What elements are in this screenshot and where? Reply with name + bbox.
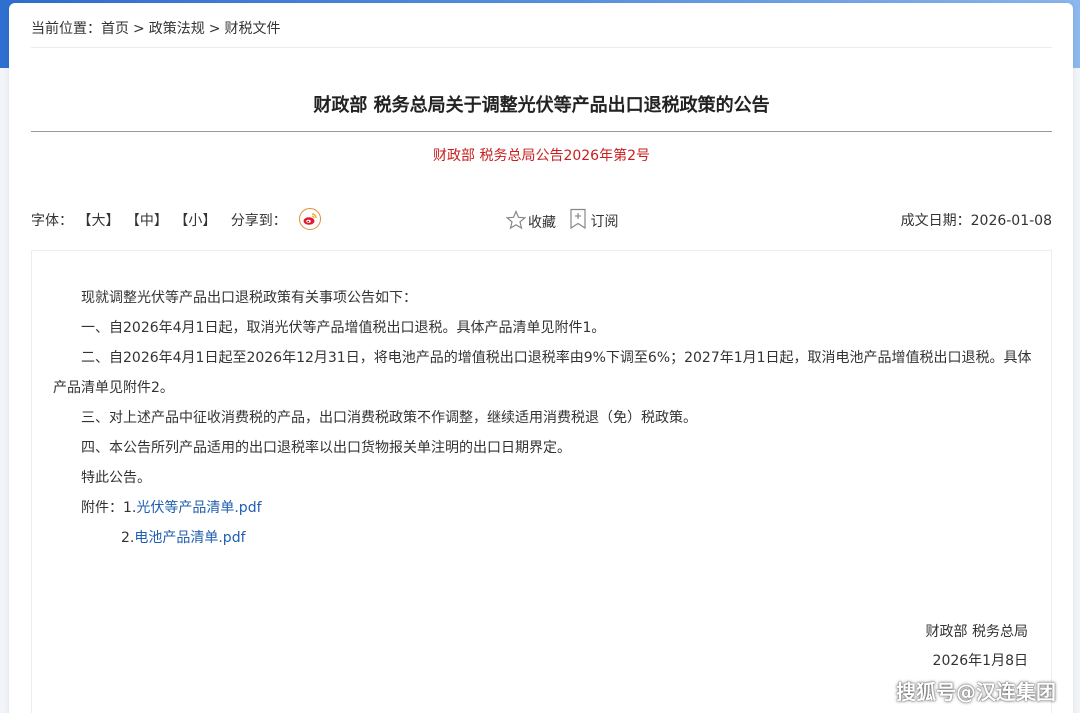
article-toolbar: 字体： 【大】 【中】 【小】 分享到： 收藏 订阅 成文日期：2026-01-… xyxy=(31,208,1052,232)
attachments-label: 附件： xyxy=(81,500,123,516)
attachment-row-1: 附件：1.光伏等产品清单.pdf xyxy=(31,493,1052,523)
signature-date: 2026年1月8日 xyxy=(932,653,1028,669)
body-intro: 现就调整光伏等产品出口退税政策有关事项公告如下： xyxy=(81,290,417,306)
article-actions: 收藏 订阅 xyxy=(505,208,626,234)
font-size-controls: 字体： 【大】 【中】 【小】 分享到： xyxy=(31,208,322,232)
body-item-3: 三、对上述产品中征收消费税的产品，出口消费税政策不作调整，继续适用消费税退（免）… xyxy=(81,410,697,426)
attachment-1-number: 1. xyxy=(123,500,137,516)
title-divider xyxy=(31,131,1052,132)
body-closing: 特此公告。 xyxy=(81,470,151,486)
font-small-button[interactable]: 【小】 xyxy=(174,210,216,230)
font-size-label: 字体： xyxy=(31,213,73,229)
breadcrumb-prefix: 当前位置： xyxy=(31,21,101,37)
attachment-1-link[interactable]: 光伏等产品清单.pdf xyxy=(136,500,261,516)
breadcrumb-divider xyxy=(31,47,1052,48)
subscribe-button[interactable]: 订阅 xyxy=(568,208,618,234)
watermark: 搜狐号@汉连集团 xyxy=(896,680,1056,704)
page-title: 财政部 税务总局关于调整光伏等产品出口退税政策的公告 xyxy=(313,95,770,116)
breadcrumb-separator: > xyxy=(133,21,145,37)
font-medium-button[interactable]: 【中】 xyxy=(126,210,168,230)
signature-org: 财政部 税务总局 xyxy=(925,624,1028,640)
subscribe-label: 订阅 xyxy=(590,214,619,230)
attachment-2-link[interactable]: 电池产品清单.pdf xyxy=(134,530,245,546)
font-large-button[interactable]: 【大】 xyxy=(77,210,119,230)
share-label: 分享到： xyxy=(230,213,287,229)
breadcrumb-fiscal-docs-link[interactable]: 财税文件 xyxy=(224,21,280,37)
article-body: 现就调整光伏等产品出口退税政策有关事项公告如下： 一、自2026年4月1日起，取… xyxy=(31,283,1052,553)
favorite-button[interactable]: 收藏 xyxy=(505,209,556,234)
breadcrumb-home-link[interactable]: 首页 xyxy=(101,21,129,37)
weibo-icon[interactable] xyxy=(299,208,322,230)
breadcrumb-separator: > xyxy=(208,21,221,37)
article-card: 当前位置：首页 > 政策法规 > 财税文件 财政部 税务总局关于调整光伏等产品出口退税政… xyxy=(9,3,1073,713)
attachment-2-number: 2. xyxy=(121,530,135,546)
breadcrumb: 当前位置：首页 > 政策法规 > 财税文件 xyxy=(31,18,280,38)
breadcrumb-policy-link[interactable]: 政策法规 xyxy=(149,21,205,37)
favorite-label: 收藏 xyxy=(528,215,556,231)
body-item-1: 一、自2026年4月1日起，取消光伏等产品增值税出口退税。具体产品清单见附件1。 xyxy=(81,320,606,336)
document-number: 财政部 税务总局公告2026年第2号 xyxy=(433,148,650,164)
signature-block: 财政部 税务总局 2026年1月8日 xyxy=(926,618,1028,676)
document-date: 成文日期：2026-01-08 xyxy=(901,210,1052,230)
bookmark-plus-icon xyxy=(568,208,590,234)
body-item-2: 二、自2026年4月1日起至2026年12月31日，将电池产品的增值税出口退税率… xyxy=(53,350,1032,396)
attachment-row-2: 2.电池产品清单.pdf xyxy=(31,523,1052,553)
document-date-label: 成文日期： xyxy=(900,213,971,229)
star-icon xyxy=(505,209,528,234)
body-item-4: 四、本公告所列产品适用的出口退税率以出口货物报关单注明的出口日期界定。 xyxy=(81,440,571,456)
document-date-value: 2026-01-08 xyxy=(970,213,1052,229)
